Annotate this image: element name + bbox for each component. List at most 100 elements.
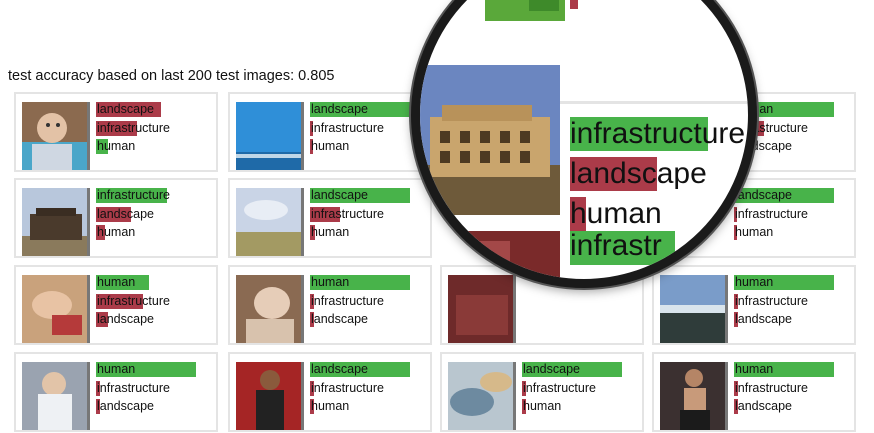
label-text: infrastructure [311,120,384,135]
thumbnail-image [448,362,516,430]
label-text: human [97,362,136,376]
label-text: infrastructure [311,293,384,308]
zoomed-thumbnail-top [485,0,565,21]
label-row: landscape [310,186,430,205]
label-row: infrastructure [310,205,430,224]
label-row: landscape [310,360,430,379]
label-text: infrastructure [311,206,384,221]
zoomed-top-label: human [570,0,662,9]
label-row: human [96,273,216,292]
label-row: landscape [522,360,642,379]
label-text: infrastr [570,229,662,262]
zoomed-bottom-label: infrastr [570,229,675,265]
thumbnail-image [22,275,90,343]
prediction-card: infrastructure landscape human [14,178,218,258]
label-text: landscape [735,399,792,413]
label-text: infrastructure [735,293,808,308]
prediction-card: human infrastructure landscape [14,352,218,432]
label-row: landscape [96,205,216,224]
label-text: human [523,399,562,413]
label-text: landscape [311,188,368,202]
label-row: infrastructure [310,292,430,311]
label-text: infrastructure [97,380,170,395]
label-text: human [311,399,350,413]
prediction-card: landscape infrastructure human [228,352,432,432]
label-text: infrastructure [97,188,170,202]
magnifier-lens: human infrastructure landscape human inf… [411,0,757,288]
thumbnail-image [22,362,90,430]
label-row: human [310,273,430,292]
thumbnail-image [448,275,516,343]
label-text: infrastructure [311,380,384,395]
label-text: human [735,362,774,376]
label-row: human [734,273,854,292]
thumbnail-image [660,275,728,343]
label-text: landscape [97,102,154,116]
label-row: infrastructure [96,186,216,205]
thumbnail-image [22,188,90,256]
label-text: human [311,139,350,153]
test-accuracy-text: test accuracy based on last 200 test ima… [8,68,335,84]
thumbnail-image [236,188,304,256]
label-row: infrastructure [96,119,216,138]
label-text: landscape [523,362,580,376]
label-row: landscape [734,310,854,329]
label-text: infrastructure [570,117,746,150]
label-text: landscape [97,206,154,221]
label-row: landscape [96,397,216,416]
label-text: landscape [311,362,368,376]
zoomed-labels: infrastructure landscape human [570,114,748,234]
label-row: infrastructure [310,379,430,398]
label-text: landscape [311,312,368,326]
label-text: landscape [735,312,792,326]
label-row: infrastructure [734,205,854,224]
prediction-card: landscape infrastructure human [14,92,218,172]
thumbnail-image [22,102,90,170]
prediction-card: landscape infrastructure human [440,352,644,432]
label-row: infrastructure [96,379,216,398]
label-row: infrastructure [734,292,854,311]
label-text: human [570,197,662,230]
label-row: infrastructure [734,379,854,398]
prediction-card: landscape infrastructure human [228,178,432,258]
label-text: landscape [97,399,154,413]
label-text: human [570,0,662,4]
label-text: human [97,275,136,289]
zoomed-thumbnail-image [420,65,560,215]
label-row: landscape [96,310,216,329]
label-row: landscape [310,310,430,329]
prediction-card: landscape infrastructure human [228,92,432,172]
label-text: human [311,275,350,289]
label-row: landscape [734,397,854,416]
label-row: human [522,397,642,416]
label-row: human [96,137,216,156]
label-text: human [97,139,136,153]
prediction-card: human infrastructure landscape [14,265,218,345]
label-text: human [311,225,350,239]
label-text: infrastructure [735,380,808,395]
label-text: infrastructure [97,120,170,135]
label-row: human [734,223,854,242]
label-row: infrastructure [522,379,642,398]
label-row: human [310,223,430,242]
label-row: human [734,360,854,379]
prediction-card: human infrastructure landscape [652,352,856,432]
label-text: landscape [311,102,368,116]
label-text: human [97,225,136,239]
zoomed-label-row: human [570,194,748,234]
label-text: landscape [97,312,154,326]
zoomed-label-row: landscape [570,154,748,194]
label-text: infrastructure [97,293,170,308]
label-row: human [310,397,430,416]
label-row: infrastructure [96,292,216,311]
thumbnail-image [236,102,304,170]
label-text: infrastructure [523,380,596,395]
label-row: human [96,360,216,379]
thumbnail-image [660,362,728,430]
label-row: landscape [96,100,216,119]
prediction-card: human infrastructure landscape [228,265,432,345]
label-row: human [96,223,216,242]
label-row: landscape [734,186,854,205]
thumbnail-image [236,362,304,430]
thumbnail-image [236,275,304,343]
